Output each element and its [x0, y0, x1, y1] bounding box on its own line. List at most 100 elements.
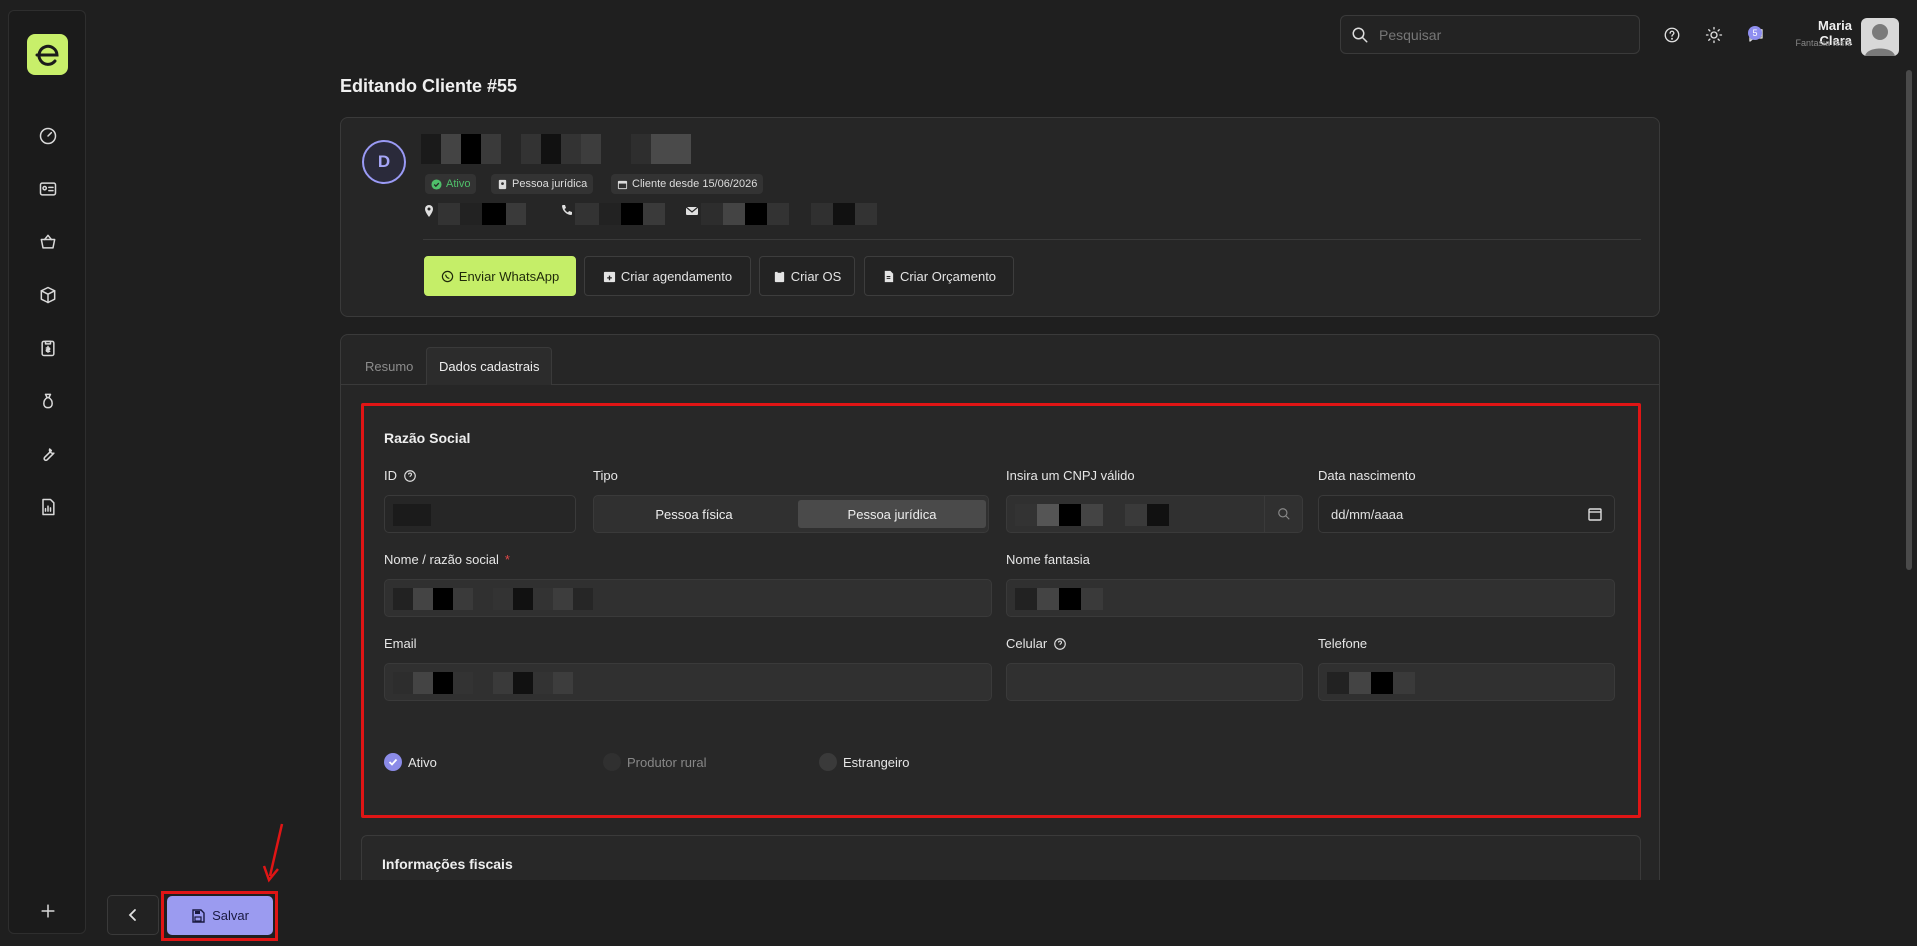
plus-icon[interactable]	[36, 899, 60, 923]
tipo-pessoa-juridica[interactable]: Pessoa jurídica	[798, 500, 986, 528]
cnpj-redacted	[1015, 504, 1169, 526]
foreign-check-box[interactable]	[819, 753, 837, 771]
money-bag-icon[interactable]	[36, 389, 60, 413]
cell-field[interactable]	[1006, 663, 1303, 701]
fantasy-field[interactable]	[1006, 579, 1615, 617]
user-avatar[interactable]	[1861, 18, 1899, 56]
check-circle-icon	[431, 178, 442, 190]
check-icon	[388, 758, 398, 766]
create-os-button[interactable]: Criar OS	[759, 256, 855, 296]
tab-resumo[interactable]: Resumo	[353, 347, 425, 385]
cnpj-search-button[interactable]	[1264, 496, 1302, 532]
tipo-segmented-control[interactable]: Pessoa física Pessoa jurídica	[593, 495, 989, 533]
package-icon[interactable]	[36, 283, 60, 307]
birth-label: Data nascimento	[1318, 468, 1416, 483]
report-icon[interactable]	[36, 495, 60, 519]
status-text: Ativo	[446, 178, 471, 190]
rural-check-label: Produtor rural	[627, 754, 707, 770]
birth-date-field[interactable]: dd/mm/aaaa	[1318, 495, 1615, 533]
id-field[interactable]	[384, 495, 576, 533]
phone-redacted	[575, 203, 665, 225]
create-schedule-button[interactable]: Criar agendamento	[584, 256, 751, 296]
phone-field[interactable]	[1318, 663, 1615, 701]
send-whatsapp-label: Enviar WhatsApp	[458, 268, 560, 284]
phone-icon	[560, 204, 574, 218]
phone-redacted	[1327, 672, 1415, 694]
send-whatsapp-button[interactable]: Enviar WhatsApp	[424, 256, 576, 296]
page-scrollbar[interactable]	[1906, 70, 1912, 570]
calendar-icon[interactable]	[1588, 507, 1602, 521]
cell-label: Celular	[1006, 636, 1067, 651]
back-button[interactable]	[107, 895, 159, 935]
create-quote-button[interactable]: Criar Orçamento	[864, 256, 1014, 296]
rural-check-box[interactable]	[603, 753, 621, 771]
cnpj-field[interactable]	[1006, 495, 1303, 533]
id-label-text: ID	[384, 468, 397, 483]
since-badge: Cliente desde 15/06/2026	[611, 174, 764, 194]
sun-theme-icon[interactable]	[1703, 24, 1725, 46]
header-divider	[423, 239, 1641, 240]
search-input[interactable]	[1379, 26, 1619, 43]
document-icon	[884, 270, 894, 282]
basket-icon[interactable]	[36, 230, 60, 254]
chevron-left-icon	[128, 909, 136, 921]
id-redacted	[393, 504, 431, 526]
section-title: Razão Social	[384, 430, 471, 446]
clipboard-dollar-icon[interactable]	[36, 336, 60, 360]
required-mark: *	[504, 552, 510, 567]
active-check-box[interactable]	[384, 753, 402, 771]
search-icon	[1352, 27, 1368, 42]
rural-producer-checkbox[interactable]: Produtor rural	[603, 753, 706, 771]
annotation-arrow-icon	[262, 823, 284, 883]
floppy-disk-icon	[192, 908, 205, 923]
email-icon	[685, 204, 699, 218]
name-label-text: Nome / razão social	[384, 552, 499, 567]
status-badge: Ativo	[425, 174, 477, 194]
address-redacted	[438, 203, 526, 225]
email-redacted	[393, 672, 573, 694]
fantasy-redacted	[1015, 588, 1103, 610]
cell-label-text: Celular	[1006, 636, 1048, 651]
wrench-icon[interactable]	[36, 442, 60, 466]
search-icon	[1277, 508, 1290, 520]
location-pin-icon	[422, 204, 436, 218]
type-badge: Pessoa jurídica	[491, 174, 594, 194]
contacts-card-icon[interactable]	[36, 177, 60, 201]
foreign-checkbox[interactable]: Estrangeiro	[819, 753, 909, 771]
tipo-label: Tipo	[593, 468, 618, 483]
tipo-pessoa-fisica[interactable]: Pessoa física	[598, 500, 790, 528]
phone-label: Telefone	[1318, 636, 1368, 651]
help-icon[interactable]	[1053, 637, 1067, 651]
dashboard-icon[interactable]	[36, 124, 60, 148]
customer-avatar: D	[362, 140, 406, 184]
create-os-label: Criar OS	[790, 268, 842, 284]
logo-e-icon	[35, 44, 59, 66]
fantasy-label: Nome fantasia	[1006, 552, 1090, 567]
name-field[interactable]	[384, 579, 992, 617]
app-logo[interactable]	[27, 34, 68, 75]
birth-date-placeholder: dd/mm/aaaa	[1331, 507, 1404, 522]
active-checkbox[interactable]: Ativo	[384, 753, 437, 771]
tab-dados-cadastrais[interactable]: Dados cadastrais	[426, 347, 553, 385]
help-icon[interactable]	[1661, 24, 1683, 46]
name-label: Nome / razão social *	[384, 552, 510, 567]
fiscal-title: Informações fiscais	[382, 856, 513, 872]
calendar-icon	[617, 180, 628, 189]
page-title: Editando Cliente #55	[340, 76, 518, 96]
razao-social-section: Razão Social ID Tipo Pessoa física Pesso…	[361, 403, 1641, 818]
customer-name-redacted	[421, 134, 691, 164]
cnpj-label: Insira um CNPJ válido	[1006, 468, 1135, 483]
whatsapp-icon	[441, 270, 453, 282]
foreign-check-label: Estrangeiro	[843, 754, 910, 770]
email-field[interactable]	[384, 663, 992, 701]
id-badge-icon	[498, 179, 507, 189]
save-label: Salvar	[212, 908, 249, 923]
user-company: Fantasia teste	[1795, 38, 1852, 48]
clipboard-icon	[774, 270, 784, 282]
type-text: Pessoa jurídica	[512, 178, 588, 190]
save-button[interactable]: Salvar	[167, 896, 273, 935]
tab-bar: Resumo Dados cadastrais	[341, 335, 1659, 385]
active-check-label: Ativo	[408, 754, 437, 770]
search-bar[interactable]	[1340, 15, 1640, 54]
help-icon[interactable]	[403, 469, 417, 483]
